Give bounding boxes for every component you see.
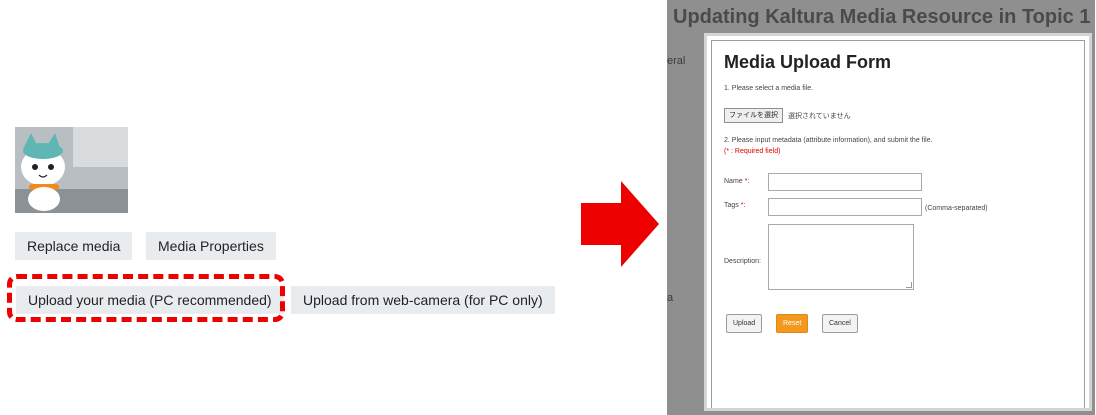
cancel-button[interactable]: Cancel [822, 314, 858, 333]
tags-hint: (Comma-separated) [925, 205, 988, 212]
modal-frame: Media Upload Form 1. Please select a med… [711, 40, 1085, 408]
description-textarea[interactable] [768, 224, 914, 290]
right-arrow-icon [581, 181, 659, 267]
name-input[interactable] [768, 173, 922, 191]
form-title: Media Upload Form [724, 52, 892, 72]
upload-highlight-box [7, 274, 285, 322]
replace-media-button[interactable]: Replace media [15, 232, 133, 260]
description-label: Description: [724, 258, 761, 265]
required-note: (* : Required field) [724, 148, 781, 155]
background-side-text: eral [667, 55, 686, 67]
background-page-title: Updating Kaltura Media Resource in Topic… [673, 6, 1091, 28]
step2-text: 2. Please input metadata (attribute info… [724, 137, 933, 144]
upload-button[interactable]: Upload [726, 314, 763, 333]
name-label: Name *: [724, 178, 750, 185]
cat-mascot-image [15, 127, 128, 213]
choose-file-button[interactable]: ファイルを選択 [724, 108, 783, 123]
step1-text: 1. Please select a media file. [724, 85, 814, 92]
media-thumbnail [15, 127, 128, 213]
reset-button[interactable]: Reset [776, 314, 809, 333]
file-status-text: 選択されていません [788, 113, 851, 120]
media-properties-button[interactable]: Media Properties [146, 232, 276, 260]
upload-webcam-button[interactable]: Upload from web-camera (for PC only) [291, 286, 555, 314]
resize-grip-icon[interactable] [906, 282, 912, 288]
media-upload-modal: Media Upload Form 1. Please select a med… [704, 33, 1092, 411]
tags-input[interactable] [768, 198, 922, 216]
background-side-text-lower: a [667, 292, 674, 304]
tags-label: Tags *: [724, 202, 746, 209]
upload-form-screenshot: Updating Kaltura Media Resource in Topic… [667, 0, 1095, 415]
